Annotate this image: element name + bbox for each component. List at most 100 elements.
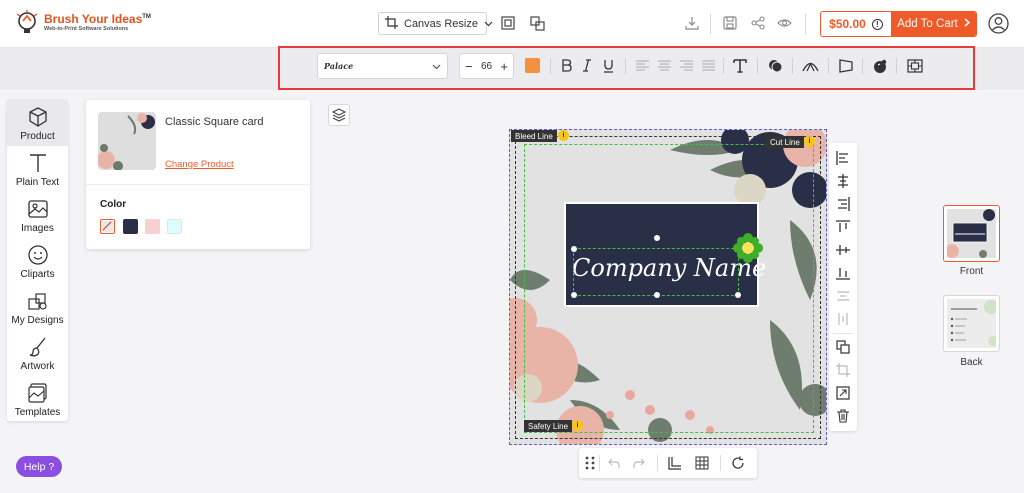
product-name: Classic Square card: [165, 116, 264, 128]
resize-handle[interactable]: [735, 292, 741, 298]
change-product-link[interactable]: Change Product: [165, 159, 234, 170]
price-value: $50.00: [829, 17, 866, 31]
help-button[interactable]: Help ?: [16, 456, 62, 477]
product-panel: Classic Square card Change Product Color: [86, 100, 310, 249]
align-bottom-edge-icon[interactable]: [836, 266, 850, 280]
more-options-handle[interactable]: [654, 292, 660, 298]
back-side-thumbnail[interactable]: [943, 295, 1000, 352]
name-card-rectangle[interactable]: Company Name: [564, 202, 766, 307]
redo-icon[interactable]: [631, 455, 647, 471]
price-cart-group: $50.00 ! Add To Cart: [820, 11, 977, 37]
sidebar-item-cliparts[interactable]: Cliparts: [7, 238, 68, 284]
color-swatch-navy[interactable]: [123, 219, 138, 234]
align-justify-icon[interactable]: [701, 57, 715, 74]
text-style-icon[interactable]: [732, 57, 748, 74]
underline-icon[interactable]: [601, 57, 615, 74]
rotate-handle[interactable]: [654, 235, 660, 241]
font-family-value: Palace: [324, 61, 354, 71]
align-center-icon[interactable]: [657, 57, 671, 74]
color-swatch-mint[interactable]: [167, 219, 182, 234]
price-display[interactable]: $50.00 !: [821, 12, 891, 36]
curve-text-icon[interactable]: [801, 57, 819, 74]
crop-tool-icon[interactable]: [836, 363, 850, 377]
align-horizontal-center-icon[interactable]: [836, 174, 850, 188]
cut-info-icon[interactable]: i: [804, 136, 815, 147]
text-shadow-icon[interactable]: [767, 57, 783, 74]
increase-size-button[interactable]: +: [500, 59, 508, 74]
align-right-icon[interactable]: [679, 57, 693, 74]
safety-info-icon[interactable]: i: [572, 420, 583, 431]
perspective-icon[interactable]: [838, 57, 854, 74]
distribute-vertical-icon[interactable]: [836, 312, 850, 326]
preview-eye-icon[interactable]: [776, 15, 792, 31]
sidebar-item-my-designs[interactable]: My Designs: [7, 284, 68, 330]
align-left-edge-icon[interactable]: [836, 151, 850, 165]
bleed-line-tag: Bleed Line: [511, 130, 557, 142]
design-canvas[interactable]: Bleed Line i Cut Line i Safety Line i Co…: [509, 129, 827, 445]
product-thumbnail: [98, 112, 156, 170]
font-size-value[interactable]: 66: [481, 61, 492, 72]
italic-icon[interactable]: [580, 57, 594, 74]
back-side-label: Back: [960, 357, 983, 368]
add-to-cart-button[interactable]: Add To Cart: [891, 12, 976, 36]
fit-frame-icon[interactable]: [906, 57, 924, 74]
arrange-layer-icon[interactable]: [836, 340, 850, 354]
drag-handle-icon[interactable]: [582, 455, 598, 471]
canvas-resize-dropdown[interactable]: Canvas Resize: [378, 12, 493, 35]
safety-line-tag: Safety Line: [524, 420, 573, 432]
sidebar-item-artwork[interactable]: Artwork: [7, 330, 68, 376]
ruler-icon[interactable]: [667, 455, 683, 471]
align-left-icon[interactable]: [635, 57, 649, 74]
sidebar-item-plain-text[interactable]: Plain Text: [7, 146, 68, 192]
font-size-stepper[interactable]: − 66 +: [459, 53, 514, 79]
bleed-info-icon[interactable]: i: [558, 130, 569, 141]
decrease-size-button[interactable]: −: [465, 59, 473, 74]
grid-icon[interactable]: [694, 455, 710, 471]
align-vertical-center-icon[interactable]: [836, 243, 850, 257]
resize-expand-icon[interactable]: [836, 386, 850, 400]
duplicate-page-icon[interactable]: [500, 15, 516, 31]
sidebar-item-product[interactable]: Product: [7, 100, 68, 146]
toolbar-divider: [757, 58, 758, 74]
font-family-select[interactable]: Palace: [317, 53, 448, 79]
sidebar-item-images[interactable]: Images: [7, 192, 68, 238]
undo-icon[interactable]: [606, 455, 622, 471]
align-right-edge-icon[interactable]: [836, 197, 850, 211]
share-icon[interactable]: [750, 15, 766, 31]
header-divider: [710, 14, 711, 34]
add-to-cart-label: Add To Cart: [897, 18, 958, 30]
reset-refresh-icon[interactable]: [730, 455, 746, 471]
text-color-swatch[interactable]: [525, 58, 540, 73]
front-side-thumbnail[interactable]: [943, 205, 1000, 262]
color-fill-icon[interactable]: [872, 57, 888, 74]
smiley-icon: [27, 245, 48, 265]
color-swatch-pink[interactable]: [145, 219, 160, 234]
sidebar-item-label: My Designs: [11, 315, 64, 326]
align-top-edge-icon[interactable]: [836, 220, 850, 234]
sidebar-item-templates[interactable]: Templates: [7, 376, 68, 422]
crop-icon: [385, 15, 398, 32]
save-icon[interactable]: [722, 15, 738, 31]
text-formatting-toolbar: Palace − 66 +: [278, 46, 975, 90]
sidebar-item-label: Templates: [14, 407, 61, 418]
lightbulb-logo-icon: [14, 10, 40, 36]
sidebar-item-label: Product: [20, 131, 55, 142]
resize-handle[interactable]: [571, 292, 577, 298]
distribute-horizontal-icon[interactable]: [836, 289, 850, 303]
front-side-label: Front: [959, 266, 984, 277]
sidebar-item-label: Cliparts: [20, 269, 55, 280]
copy-pages-icon[interactable]: [529, 15, 545, 31]
color-swatch-light-gray[interactable]: [100, 219, 115, 234]
sidebar-item-label: Plain Text: [15, 177, 60, 188]
price-info-icon[interactable]: !: [871, 18, 883, 30]
resize-handle[interactable]: [571, 246, 577, 252]
text-t-icon: [29, 154, 46, 172]
app-header: Brush Your IdeasTM Web-to-Print Software…: [0, 0, 1024, 48]
brand-logo[interactable]: Brush Your IdeasTM Web-to-Print Software…: [14, 10, 151, 36]
bold-icon[interactable]: [559, 57, 573, 74]
user-account-icon[interactable]: [988, 13, 1009, 34]
cube-icon: [28, 107, 47, 127]
delete-trash-icon[interactable]: [836, 409, 850, 423]
layers-button[interactable]: [328, 104, 350, 126]
download-icon[interactable]: [684, 15, 700, 31]
